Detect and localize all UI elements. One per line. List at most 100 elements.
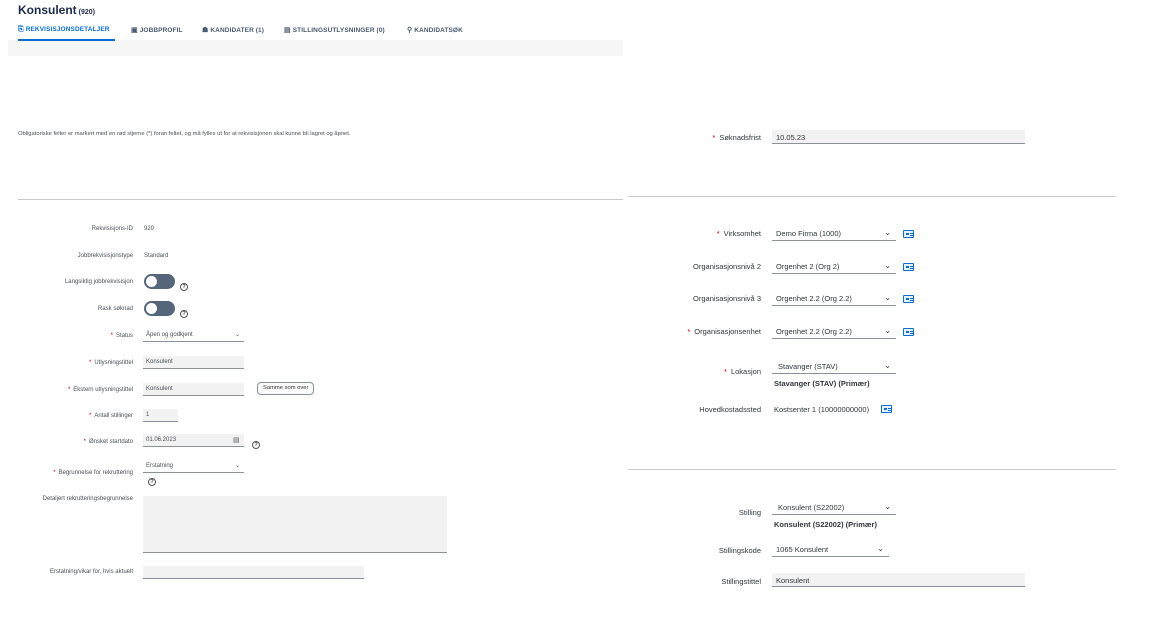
select-value: 1065 Konsulent bbox=[776, 545, 829, 554]
org-unit-label: * Organisasjonsenhet bbox=[687, 327, 761, 336]
label-text: Lokasjon bbox=[730, 367, 761, 376]
org-level-3-select[interactable]: Orgenhet 2.2 (Org 2.2) ⌄ bbox=[772, 291, 896, 306]
select-value: Orgenhet 2 (Org 2) bbox=[776, 262, 840, 271]
detailed-reason-textarea[interactable] bbox=[143, 496, 447, 553]
quick-apply-toggle[interactable] bbox=[144, 301, 175, 316]
chevron-down-icon: ⌄ bbox=[234, 463, 240, 469]
org-unit-select[interactable]: Orgenhet 2.2 (Org 2.2) ⌄ bbox=[772, 324, 896, 339]
status-label: * Status bbox=[110, 333, 133, 339]
cost-center-value: Kostsenter 1 (10000000000) bbox=[774, 405, 870, 414]
org-level-2-label: Organisasjonsnivå 2 bbox=[693, 262, 761, 271]
help-icon[interactable]: ? bbox=[180, 283, 188, 291]
tab-label: KANDIDATSØK bbox=[414, 27, 463, 34]
requisition-type-label: Jobbrekvisisjonstype bbox=[77, 253, 133, 259]
positions-count-input[interactable]: 1 bbox=[143, 409, 178, 422]
chevron-down-icon: ⌄ bbox=[884, 326, 891, 335]
location-label: * Lokasjon bbox=[724, 367, 761, 376]
position-select[interactable]: Konsulent (S22002) ⌄ bbox=[772, 500, 896, 515]
label-text: Virksomhet bbox=[723, 229, 761, 238]
left-section-divider bbox=[18, 199, 623, 200]
application-deadline-label: * Søknadsfrist bbox=[712, 133, 761, 142]
tab-candidate-search[interactable]: ⚲ KANDIDATSØK bbox=[407, 26, 463, 34]
replacement-input[interactable] bbox=[143, 566, 364, 579]
label-text: Ekstern utlysningstittel bbox=[73, 387, 133, 393]
chevron-down-icon: ⌄ bbox=[884, 228, 891, 237]
select-value: Erstatning bbox=[146, 463, 174, 469]
org-level-2-select[interactable]: Orgenhet 2 (Org 2) ⌄ bbox=[772, 259, 896, 274]
chevron-down-icon: ⌄ bbox=[877, 544, 884, 553]
positions-count-label: * Antall stillinger bbox=[88, 413, 133, 419]
company-label: * Virksomhet bbox=[716, 229, 761, 238]
toggle-knob bbox=[146, 276, 157, 287]
start-date-input[interactable]: 01.06.2023 bbox=[143, 434, 244, 447]
position-code-select[interactable]: 1065 Konsulent ⌄ bbox=[772, 542, 889, 557]
status-select[interactable]: Åpen og godkjent ⌄ bbox=[143, 329, 244, 342]
posting-title-label: * Utlysningstittel bbox=[88, 360, 133, 366]
active-tab-indicator bbox=[18, 39, 115, 41]
requisition-id-label: Rekvisisjons-ID bbox=[91, 226, 133, 232]
tab-bar: ⎘ REKVISISJONSDETALJER ▣ JOBBPROFIL ☗ KANDI… bbox=[0, 18, 623, 56]
document-icon: ⎘ bbox=[18, 26, 24, 33]
calendar-icon[interactable]: ▤ bbox=[233, 436, 240, 444]
location-primary: Stavanger (STAV) (Primær) bbox=[774, 379, 870, 388]
tab-job-profile[interactable]: ▣ JOBBPROFIL bbox=[131, 26, 183, 34]
details-card-icon[interactable] bbox=[903, 295, 914, 303]
tab-requisition-details[interactable]: ⎘ REKVISISJONSDETALJER bbox=[18, 26, 110, 34]
posting-title-input[interactable]: Konsulent bbox=[143, 356, 244, 369]
select-value: Orgenhet 2.2 (Org 2.2) bbox=[776, 327, 852, 336]
tab-label: REKVISISJONSDETALJER bbox=[25, 26, 110, 33]
postings-icon: ▤ bbox=[284, 27, 291, 34]
mandatory-fields-info: Obligatoriske felter er markert med en r… bbox=[18, 131, 351, 137]
tab-candidates[interactable]: ☗ KANDIDATER (1) bbox=[202, 26, 264, 34]
recruitment-reason-select[interactable]: Erstatning ⌄ bbox=[143, 460, 244, 473]
position-label: Stilling bbox=[738, 508, 761, 517]
detailed-reason-label: Detaljert rekrutteringsbegrunnelse bbox=[42, 496, 133, 502]
help-icon[interactable]: ? bbox=[148, 478, 156, 486]
start-date-label: * Ønsket startdato bbox=[83, 439, 133, 445]
details-card-icon[interactable] bbox=[903, 263, 914, 271]
select-value: Konsulent (S22002) bbox=[778, 503, 845, 512]
external-title-input[interactable]: Konsulent bbox=[143, 383, 244, 396]
chevron-down-icon: ⌄ bbox=[884, 293, 891, 302]
details-card-icon[interactable] bbox=[881, 405, 892, 413]
tab-label: JOBBPROFIL bbox=[139, 27, 183, 34]
position-title-input[interactable]: Konsulent bbox=[772, 573, 1025, 587]
help-icon[interactable]: ? bbox=[180, 310, 188, 318]
position-title-label: Stillingstittel bbox=[721, 577, 761, 586]
label-text: Begrunnelse for rekruttering bbox=[58, 470, 133, 476]
details-card-icon[interactable] bbox=[903, 328, 914, 336]
toggle-knob bbox=[146, 303, 157, 314]
search-icon: ⚲ bbox=[407, 27, 413, 34]
label-text: Antall stillinger bbox=[94, 413, 133, 419]
external-title-label: * Ekstern utlysningstittel bbox=[67, 387, 133, 393]
label-text: Utlysningstittel bbox=[94, 360, 133, 366]
application-deadline-input[interactable]: 10.05.23 bbox=[772, 130, 1025, 144]
longterm-toggle[interactable] bbox=[144, 274, 175, 289]
select-value: Åpen og godkjent bbox=[146, 332, 193, 338]
company-select[interactable]: Demo Firma (1000) ⌄ bbox=[772, 226, 896, 241]
tab-job-postings[interactable]: ▤ STILLINGSUTLYSNINGER (0) bbox=[284, 26, 385, 34]
position-code-label: Stillingskode bbox=[718, 546, 761, 555]
requisition-id-value: 920 bbox=[144, 226, 155, 232]
right-section-divider-2 bbox=[628, 469, 1116, 470]
right-section-divider-1 bbox=[628, 196, 1116, 197]
location-select[interactable]: Stavanger (STAV) ⌄ bbox=[772, 359, 896, 374]
same-as-above-button[interactable]: Samme som over bbox=[257, 382, 315, 395]
label-text: Status bbox=[115, 333, 133, 339]
details-card-icon[interactable] bbox=[903, 230, 914, 238]
cost-center-label: Hovedkostadssted bbox=[699, 405, 761, 414]
quick-apply-label: Rask søknad bbox=[97, 306, 133, 312]
requisition-count: (920) bbox=[78, 9, 96, 16]
people-icon: ☗ bbox=[202, 27, 209, 34]
page-title: Konsulent (920) bbox=[18, 3, 95, 17]
tab-label: STILLINGSUTLYSNINGER (0) bbox=[292, 27, 385, 34]
replacement-label: Erstatning/vikar for, hvis aktuelt bbox=[49, 569, 133, 575]
select-value: Demo Firma (1000) bbox=[776, 229, 842, 238]
chevron-down-icon: ⌄ bbox=[884, 261, 891, 270]
label-text: Organisasjonsenhet bbox=[694, 327, 761, 336]
chevron-down-icon: ⌄ bbox=[884, 502, 891, 511]
profile-icon: ▣ bbox=[131, 27, 138, 34]
chevron-down-icon: ⌄ bbox=[234, 332, 240, 338]
chevron-down-icon: ⌄ bbox=[884, 361, 891, 370]
help-icon[interactable]: ? bbox=[252, 441, 260, 449]
